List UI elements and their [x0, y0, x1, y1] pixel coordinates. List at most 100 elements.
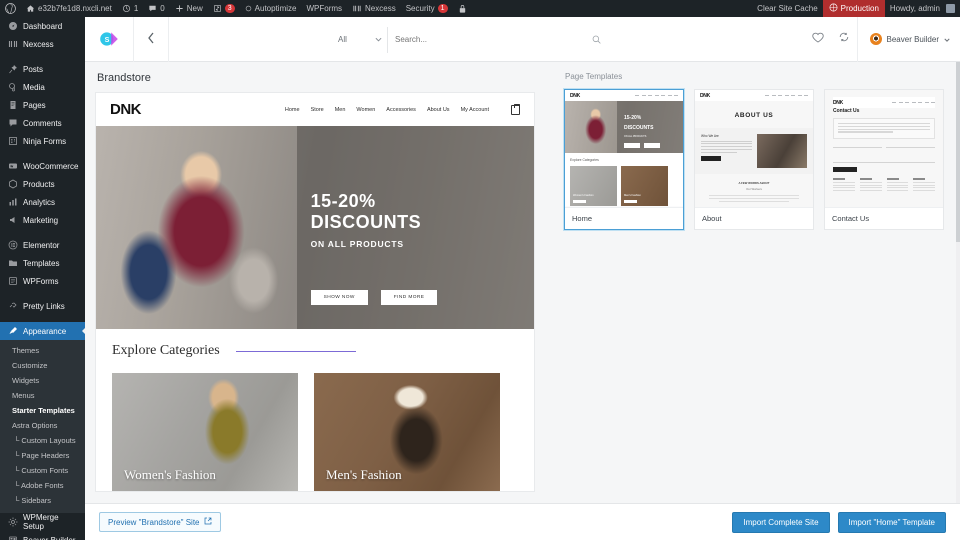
comment-bubble-icon — [148, 4, 157, 13]
preview-nav-item[interactable]: Store — [311, 107, 324, 113]
submenu-item-adobe-fonts[interactable]: └ Adobe Fonts — [0, 478, 85, 493]
preview-nav-item[interactable]: Women — [356, 107, 375, 113]
cart-icon[interactable] — [511, 103, 520, 115]
preview-site-button[interactable]: Preview "Brandstore" Site — [99, 512, 221, 532]
wpforms-menu[interactable]: WPForms — [301, 0, 347, 17]
nexcess-menu[interactable]: Nexcess — [347, 0, 401, 17]
submenu-item-custom-fonts[interactable]: └ Custom Fonts — [0, 463, 85, 478]
wordpress-icon — [5, 3, 16, 14]
submenu-item-custom-layouts[interactable]: └ Custom Layouts — [0, 433, 85, 448]
gear-icon — [7, 517, 18, 528]
nexcess-icon — [352, 4, 362, 13]
submenu-item-astra-options[interactable]: Astra Options — [0, 418, 85, 433]
preview-nav-item[interactable]: Accessories — [386, 107, 416, 113]
preview-nav-item[interactable]: My Account — [461, 107, 489, 113]
sidebar-item-appearance[interactable]: Appearance — [0, 322, 85, 340]
submenu-item-widgets[interactable]: Widgets — [0, 373, 85, 388]
ssl-lock-menu[interactable] — [453, 0, 472, 17]
back-button[interactable] — [133, 16, 169, 62]
preview-nav-item[interactable]: Men — [335, 107, 346, 113]
svg-text:S: S — [105, 36, 110, 44]
submenu-item-starter-templates[interactable]: Starter Templates — [0, 403, 85, 418]
mini-logo: DNK — [570, 92, 580, 99]
sidebar-item-wpmerge-setup[interactable]: WPMerge Setup — [0, 513, 85, 531]
search-input[interactable] — [395, 35, 565, 44]
sidebar-item-posts[interactable]: Posts — [0, 60, 85, 78]
submenu-item-sidebars[interactable]: └ Sidebars — [0, 493, 85, 508]
sidebar-item-comments[interactable]: Comments — [0, 114, 85, 132]
refresh-button[interactable] — [831, 17, 857, 62]
submenu-item-menus[interactable]: Menus — [0, 388, 85, 403]
clear-site-cache-button[interactable]: Clear Site Cache — [752, 0, 822, 17]
updates-menu[interactable]: 1 — [117, 0, 143, 17]
sidebar-item-templates[interactable]: Templates — [0, 254, 85, 272]
menu-separator — [0, 150, 85, 157]
preview-site-label: Preview "Brandstore" Site — [108, 517, 200, 527]
wordpress-logo-menu[interactable] — [0, 0, 21, 17]
search-field-wrapper[interactable] — [388, 27, 608, 53]
sidebar-item-elementor[interactable]: Elementor — [0, 236, 85, 254]
environment-badge[interactable]: Production — [822, 0, 885, 17]
sidebar-item-marketing[interactable]: Marketing — [0, 211, 85, 229]
preview-nav-item[interactable]: About Us — [427, 107, 450, 113]
comments-menu[interactable]: 0 — [143, 0, 169, 17]
import-template-button[interactable]: Import "Home" Template — [837, 511, 946, 533]
sidebar-item-label: Appearance — [23, 326, 67, 336]
admin-sidebar-menu: Dashboard Nexcess Posts Media Pages Comm… — [0, 17, 85, 540]
sidebar-item-ninja-forms[interactable]: Ninja Forms — [0, 132, 85, 150]
sidebar-item-woocommerce[interactable]: WooCommerce — [0, 157, 85, 175]
admin-bar-right: Clear Site Cache Production Howdy, admin — [752, 0, 960, 17]
template-card-contact[interactable]: DNK Contact Us Contact Us — [824, 89, 944, 230]
category-card-label: Women's Fashion — [124, 467, 216, 482]
template-card-about[interactable]: DNK ABOUT US Who We Are A FEW WORDS ABOU… — [694, 89, 814, 230]
submenu-item-themes[interactable]: Themes — [0, 343, 85, 358]
sidebar-item-nexcess[interactable]: Nexcess — [0, 35, 85, 53]
site-preview-card[interactable]: DNK Home Store Men Women Accessories Abo… — [95, 92, 535, 492]
sidebar-item-analytics[interactable]: Analytics — [0, 193, 85, 211]
template-card-home[interactable]: DNK 15-20% DISCOUNTS ON ALL PRODUCTS Exp… — [564, 89, 684, 230]
sidebar-item-label: Pretty Links — [23, 301, 65, 311]
favorites-button[interactable] — [805, 17, 831, 62]
new-label: New — [186, 4, 203, 13]
sidebar-item-products[interactable]: Products — [0, 175, 85, 193]
mini-nav: DNK — [833, 97, 935, 108]
site-name-label: e32b7fe1d8.nxcli.net — [38, 4, 112, 13]
preview-site-logo: DNK — [110, 101, 142, 118]
category-card-mens[interactable]: Men's Fashion — [314, 373, 500, 491]
new-content-menu[interactable]: New — [170, 0, 208, 17]
starter-templates-logo[interactable]: S — [85, 17, 133, 62]
environment-icon — [829, 3, 838, 14]
updates-count: 1 — [133, 4, 139, 13]
wpforms-label: WPForms — [306, 4, 343, 13]
jetpack-menu[interactable]: 3 — [208, 0, 240, 17]
sidebar-item-dashboard[interactable]: Dashboard — [0, 17, 85, 35]
autoptimize-menu[interactable]: Autoptimize — [240, 0, 302, 17]
category-card-womens[interactable]: Women's Fashion — [112, 373, 298, 491]
category-filter-select[interactable]: All — [333, 26, 388, 53]
about-text-block: Who We Are — [701, 134, 752, 168]
sidebar-item-wpforms[interactable]: WPForms — [0, 272, 85, 290]
sidebar-item-label: Pages — [23, 100, 46, 110]
submenu-item-page-headers[interactable]: └ Page Headers — [0, 448, 85, 463]
hero-show-now-button[interactable]: SHOW NOW — [310, 290, 368, 306]
sidebar-item-media[interactable]: Media — [0, 78, 85, 96]
hero-buttons: SHOW NOW FIND MORE — [310, 290, 438, 306]
woocommerce-icon — [7, 161, 18, 172]
site-name-menu[interactable]: e32b7fe1d8.nxcli.net — [21, 0, 117, 17]
sidebar-item-pages[interactable]: Pages — [0, 96, 85, 114]
hero-find-more-button[interactable]: FIND MORE — [380, 290, 438, 306]
vertical-scrollbar[interactable] — [956, 62, 960, 503]
preview-nav-item[interactable]: Home — [285, 107, 300, 113]
page-builder-selector[interactable]: Beaver Builder — [856, 16, 960, 62]
comments-count: 0 — [160, 4, 165, 13]
mini-card-mens: Men's Fashion — [621, 166, 668, 206]
security-menu[interactable]: Security 1 — [401, 0, 453, 17]
contact-intro-box — [833, 118, 935, 140]
dashboard-icon — [7, 21, 18, 32]
account-menu[interactable]: Howdy, admin — [885, 0, 960, 17]
sidebar-item-pretty-links[interactable]: Pretty Links — [0, 297, 85, 315]
sidebar-item-beaver-builder[interactable]: Beaver Builder — [0, 531, 85, 540]
submenu-item-customize[interactable]: Customize — [0, 358, 85, 373]
import-complete-site-button[interactable]: Import Complete Site — [732, 511, 830, 533]
sidebar-item-label: Ninja Forms — [23, 136, 67, 146]
